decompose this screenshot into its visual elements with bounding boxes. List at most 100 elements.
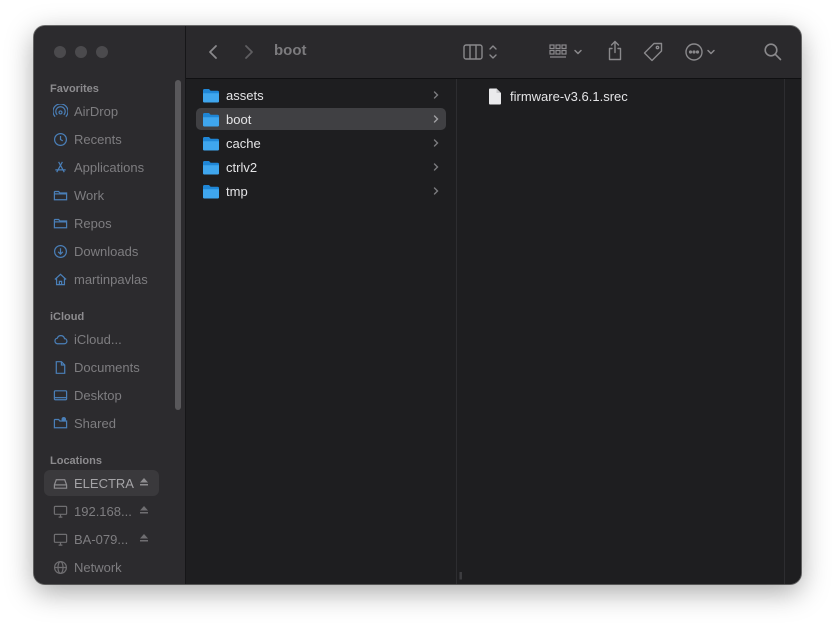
sidebar-item-applications[interactable]: Applications (44, 154, 159, 180)
section-locations: Locations (50, 455, 102, 467)
folder-name: cache (226, 135, 261, 151)
search-button[interactable] (762, 41, 784, 63)
folder-icon (51, 186, 69, 204)
back-button[interactable] (204, 42, 222, 62)
monitor-icon (51, 530, 69, 548)
sidebar-item-server-ip[interactable]: 192.168... (44, 498, 159, 524)
sidebar-item-label: AirDrop (74, 103, 119, 119)
list-item-file-firmware[interactable]: firmware-v3.6.1.srec (488, 85, 628, 107)
column-2-divider (784, 79, 785, 584)
sidebar-item-label: ELECTRA (74, 475, 134, 491)
sidebar-scrollbar[interactable] (175, 80, 181, 410)
view-mode-button[interactable] (461, 41, 503, 63)
group-button[interactable] (548, 41, 588, 63)
file-name: firmware-v3.6.1.srec (510, 88, 628, 104)
sidebar-item-label: Desktop (74, 387, 122, 403)
sidebar-item-label: Work (74, 187, 105, 203)
column-view-icon (463, 44, 497, 60)
minimize-button[interactable] (75, 46, 87, 58)
applications-icon (51, 158, 69, 176)
sidebar-item-label: 192.168... (74, 503, 132, 519)
airdrop-icon (51, 102, 69, 120)
sidebar-item-label: Downloads (74, 243, 139, 259)
sidebar-item-icloud-drive[interactable]: iCloud... (44, 326, 159, 352)
folder-name: boot (226, 111, 252, 127)
window-controls (54, 46, 108, 58)
cloud-icon (51, 330, 69, 348)
folder-icon (203, 88, 219, 102)
sidebar-item-label: BA-079... (74, 531, 129, 547)
sidebar-item-downloads[interactable]: Downloads (44, 238, 159, 264)
tag-icon (643, 42, 663, 62)
section-icloud: iCloud (50, 311, 85, 323)
file-icon (489, 88, 501, 104)
folder-name: tmp (226, 183, 248, 199)
drive-icon (51, 474, 69, 492)
sidebar-item-network[interactable]: Network (44, 554, 159, 580)
clock-icon (51, 130, 69, 148)
folder-icon (203, 112, 219, 126)
sidebar-item-documents[interactable]: Documents (44, 354, 159, 380)
forward-button[interactable] (240, 42, 258, 62)
chevron-right-icon (245, 45, 253, 59)
shared-folder-icon (51, 414, 69, 432)
sidebar-item-label: Repos (74, 215, 112, 231)
folder-icon (51, 214, 69, 232)
sidebar-item-label: iCloud... (74, 331, 122, 347)
sidebar-item-label: Network (74, 559, 122, 575)
list-item-folder-ctrlv2[interactable]: ctrlv2 (196, 156, 446, 178)
sidebar-item-recents[interactable]: Recents (44, 126, 159, 152)
monitor-icon (51, 502, 69, 520)
search-icon (764, 43, 782, 61)
sidebar-item-desktop[interactable]: Desktop (44, 382, 159, 408)
folder-icon (203, 184, 219, 198)
folder-name: ctrlv2 (226, 159, 258, 175)
close-button[interactable] (54, 46, 66, 58)
resize-grip-icon: || (459, 571, 462, 580)
folder-name: assets (226, 87, 264, 103)
download-icon (51, 242, 69, 260)
network-icon (51, 558, 69, 576)
group-grid-icon (549, 44, 582, 58)
list-item-folder-assets[interactable]: assets (196, 84, 446, 106)
share-button[interactable] (604, 39, 626, 63)
home-icon (51, 270, 69, 288)
more-actions-button[interactable] (683, 41, 723, 63)
chevron-right-icon (433, 187, 439, 195)
sidebar-item-label: Documents (74, 359, 140, 375)
toolbar: boot (186, 26, 801, 79)
sidebar-item-ba-079[interactable]: BA-079... (44, 526, 159, 552)
chevron-left-icon (209, 45, 217, 59)
sidebar-item-repos[interactable]: Repos (44, 210, 159, 236)
sidebar-item-work[interactable]: Work (44, 182, 159, 208)
zoom-button[interactable] (96, 46, 108, 58)
list-item-folder-cache[interactable]: cache (196, 132, 446, 154)
sidebar-item-shared[interactable]: Shared (44, 410, 159, 436)
tag-button[interactable] (641, 40, 665, 64)
chevron-right-icon (433, 115, 439, 123)
list-item-folder-tmp[interactable]: tmp (196, 180, 446, 202)
sidebar-item-home[interactable]: martinpavlas (44, 266, 159, 292)
sidebar-item-airdrop[interactable]: AirDrop (44, 98, 159, 124)
folder-icon (203, 136, 219, 150)
desktop-icon (51, 386, 69, 404)
document-icon (51, 358, 69, 376)
window-title: boot (274, 42, 307, 59)
column-1: assets boot cache ctrlv2 tmp (186, 79, 457, 584)
eject-icon[interactable] (138, 476, 150, 488)
column-resize-handle[interactable]: || (456, 79, 468, 584)
sidebar-item-label: martinpavlas (74, 271, 148, 287)
sidebar-item-label: Recents (74, 131, 122, 147)
list-item-folder-boot[interactable]: boot (196, 108, 446, 130)
sidebar-item-electra[interactable]: ELECTRA (44, 470, 159, 496)
finder-window: Favorites AirDrop Recents Applications W… (34, 26, 801, 584)
chevron-right-icon (433, 163, 439, 171)
column-browser: assets boot cache ctrlv2 tmp || firmware… (186, 79, 801, 584)
sidebar-item-label: Shared (74, 415, 116, 431)
chevron-right-icon (433, 91, 439, 99)
eject-icon[interactable] (138, 532, 150, 544)
eject-icon[interactable] (138, 504, 150, 516)
sidebar: Favorites AirDrop Recents Applications W… (34, 26, 186, 584)
sidebar-item-label: Applications (74, 159, 145, 175)
share-icon (608, 40, 622, 61)
